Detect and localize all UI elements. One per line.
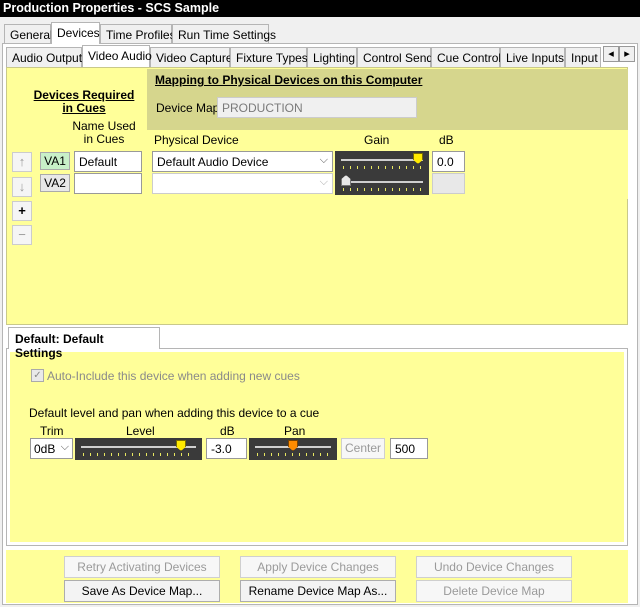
trim-label: Trim — [40, 424, 64, 438]
level-pan-label: Default level and pan when adding this d… — [29, 406, 320, 420]
check-icon: ✓ — [33, 370, 42, 381]
tab-run-time-settings[interactable]: Run Time Settings — [172, 24, 276, 44]
auto-include-label: Auto-Include this device when adding new… — [47, 369, 300, 383]
pan-slider[interactable] — [249, 438, 337, 460]
device-name-field-va2[interactable] — [74, 173, 142, 194]
scroll-right-icon: ▸ — [624, 48, 630, 60]
tab-devices[interactable]: Devices — [51, 22, 100, 44]
tab-scroll-right-button[interactable]: ▸ — [619, 46, 635, 62]
save-as-device-map-button[interactable]: Save As Device Map... — [64, 580, 220, 602]
device-map-field: PRODUCTION — [217, 97, 417, 118]
name-used-header: Name Used in Cues — [70, 120, 138, 146]
gain-track-2 — [341, 181, 423, 183]
devices-required-heading: Devices Required in Cues — [26, 89, 142, 115]
tab-video-audio[interactable]: Video Audio — [82, 45, 152, 67]
physical-device-select-2[interactable]: ⌵ — [152, 173, 333, 194]
move-up-button[interactable]: ↑ — [12, 152, 32, 172]
device-name-field-va1[interactable]: Default — [74, 151, 142, 172]
gain-header: Gain — [364, 133, 390, 147]
apply-device-changes-button: Apply Device Changes — [240, 556, 396, 578]
chevron-down-icon: ⌵ — [319, 154, 328, 166]
defaults-db-label: dB — [220, 424, 235, 438]
gain-thumb-2[interactable] — [341, 175, 351, 186]
defaults-tab[interactable]: Default: Default Settings — [8, 327, 160, 360]
gain-track-1 — [341, 159, 423, 161]
plus-icon: + — [18, 203, 26, 218]
mapping-title: Mapping to Physical Devices on this Comp… — [155, 73, 423, 87]
device-id-va1[interactable]: VA1 — [40, 152, 70, 170]
add-device-button[interactable]: + — [12, 201, 32, 221]
gain-ticks-2 — [343, 188, 421, 191]
tab-lighting[interactable]: Lighting — [307, 47, 357, 67]
gain-db-field-2 — [432, 173, 465, 194]
trim-select[interactable]: 0dB ⌵ — [30, 438, 73, 459]
top-tab-strip: General Devices Time Profiles Run Time S… — [0, 17, 640, 44]
chevron-down-icon: ⌵ — [60, 441, 69, 453]
physical-device-header: Physical Device — [154, 133, 239, 147]
default-db-field[interactable]: -3.0 — [206, 438, 247, 459]
physical-device-value-1: Default Audio Device — [157, 155, 269, 169]
gain-slider-2[interactable] — [335, 173, 429, 195]
level-slider[interactable] — [75, 438, 202, 460]
tab-input-groups[interactable]: Input G — [565, 47, 601, 67]
rename-device-map-button[interactable]: Rename Device Map As... — [240, 580, 396, 602]
pan-value-field[interactable]: 500 — [390, 438, 428, 459]
retry-activating-devices-button: Retry Activating Devices — [64, 556, 220, 578]
scroll-left-icon: ◂ — [608, 48, 614, 60]
delete-device-map-button: Delete Device Map — [416, 580, 572, 602]
level-thumb[interactable] — [176, 440, 186, 451]
remove-device-button[interactable]: − — [12, 225, 32, 245]
pan-label: Pan — [284, 424, 306, 438]
auto-include-checkbox[interactable]: ✓ — [31, 369, 44, 382]
tab-control-send[interactable]: Control Send — [357, 47, 433, 67]
tab-general[interactable]: General — [4, 24, 53, 44]
physical-device-select-1[interactable]: Default Audio Device ⌵ — [152, 151, 333, 172]
move-down-button[interactable]: ↓ — [12, 177, 32, 197]
db-header: dB — [439, 133, 454, 147]
name-header-line-2: in Cues — [83, 132, 125, 146]
arrow-up-icon: ↑ — [18, 154, 26, 169]
pan-thumb[interactable] — [288, 440, 298, 451]
level-ticks — [83, 453, 194, 456]
gain-thumb-1[interactable] — [413, 153, 423, 164]
tab-video-capture[interactable]: Video Capture — [150, 47, 233, 67]
device-id-va2[interactable]: VA2 — [40, 174, 70, 192]
undo-device-changes-button: Undo Device Changes — [416, 556, 572, 578]
tab-time-profiles[interactable]: Time Profiles — [100, 24, 176, 44]
minus-icon: − — [18, 227, 26, 242]
pan-center-button: Center — [341, 438, 385, 459]
tab-audio-output[interactable]: Audio Output — [6, 47, 82, 67]
arrow-down-icon: ↓ — [18, 179, 26, 194]
gain-db-field-1[interactable]: 0.0 — [432, 151, 465, 172]
pan-ticks — [257, 453, 329, 456]
device-map-label: Device Map — [156, 101, 220, 115]
trim-value: 0dB — [34, 442, 56, 456]
window-title: Production Properties - SCS Sample — [0, 0, 640, 17]
tab-fixture-types[interactable]: Fixture Types — [230, 47, 308, 67]
level-label: Level — [126, 424, 155, 438]
tab-live-inputs[interactable]: Live Inputs — [500, 47, 565, 67]
gain-slider-1[interactable] — [335, 151, 429, 173]
gain-ticks-1 — [343, 166, 421, 169]
tab-cue-control[interactable]: Cue Control — [431, 47, 501, 67]
chevron-down-icon: ⌵ — [319, 176, 328, 188]
tab-scroll-left-button[interactable]: ◂ — [603, 46, 619, 62]
heading-line-2: in Cues — [62, 101, 106, 115]
